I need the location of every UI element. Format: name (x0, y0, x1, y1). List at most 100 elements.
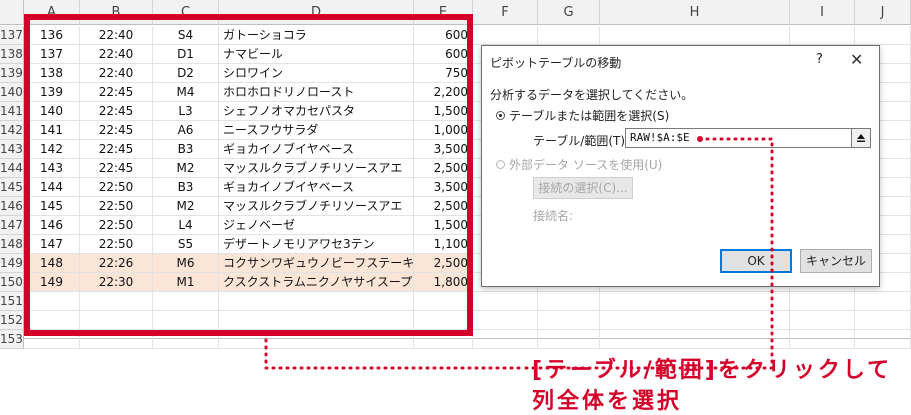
column-header-i[interactable]: I (790, 0, 855, 25)
cell-d[interactable]: ニースフウサラダ (219, 121, 414, 140)
cell-e[interactable]: 1,100 (414, 235, 473, 254)
cell-j[interactable] (855, 330, 911, 349)
cell-j[interactable] (855, 311, 911, 330)
column-header-d[interactable]: D (219, 0, 414, 25)
cell-i[interactable] (790, 26, 855, 45)
cell-b[interactable]: 22:40 (80, 64, 153, 83)
range-input[interactable]: RAW!$A:$E (625, 128, 852, 148)
cell-c[interactable]: S4 (153, 26, 219, 45)
cell-a[interactable]: 149 (24, 273, 80, 292)
cell-e[interactable]: 600 (414, 26, 473, 45)
cell-d[interactable]: ナマビール (219, 45, 414, 64)
row-header[interactable]: 149 (0, 254, 24, 273)
cancel-button[interactable]: キャンセル (800, 249, 872, 273)
cell-a[interactable]: 139 (24, 83, 80, 102)
cell-f[interactable] (473, 292, 538, 311)
row-header[interactable]: 137 (0, 26, 24, 45)
ok-button[interactable]: OK (720, 249, 792, 273)
row-header[interactable]: 139 (0, 64, 24, 83)
column-header-h[interactable]: H (600, 0, 790, 25)
cell-c[interactable]: B3 (153, 140, 219, 159)
cell-f[interactable] (473, 311, 538, 330)
column-header-g[interactable]: G (538, 0, 600, 25)
cell-e[interactable]: 1,500 (414, 102, 473, 121)
radio-table-range[interactable] (496, 111, 505, 120)
cell-a[interactable]: 146 (24, 216, 80, 235)
cell-a[interactable] (24, 292, 80, 311)
cell-c[interactable]: M2 (153, 159, 219, 178)
cell-e[interactable]: 600 (414, 45, 473, 64)
cell-a[interactable]: 137 (24, 45, 80, 64)
select-all-corner[interactable] (0, 0, 24, 25)
cell-a[interactable]: 136 (24, 26, 80, 45)
row-header[interactable]: 146 (0, 197, 24, 216)
cell-e[interactable]: 2,200 (414, 83, 473, 102)
cell-a[interactable]: 143 (24, 159, 80, 178)
column-header-f[interactable]: F (473, 0, 538, 25)
cell-d[interactable]: マッスルクラブノチリソースアエ (219, 197, 414, 216)
cell-h[interactable] (600, 311, 790, 330)
cell-g[interactable] (538, 292, 600, 311)
cell-b[interactable] (80, 311, 153, 330)
cell-d[interactable]: ギョカイノブイヤベース (219, 140, 414, 159)
help-icon[interactable]: ? (816, 52, 823, 67)
cell-a[interactable]: 140 (24, 102, 80, 121)
cell-b[interactable]: 22:26 (80, 254, 153, 273)
cell-c[interactable]: M4 (153, 83, 219, 102)
option-external-source-label[interactable]: 外部データ ソースを使用(U) (509, 156, 662, 173)
cell-b[interactable]: 22:50 (80, 178, 153, 197)
column-header-e[interactable]: E (414, 0, 473, 25)
cell-b[interactable]: 22:40 (80, 26, 153, 45)
cell-e[interactable]: 3,500 (414, 140, 473, 159)
cell-a[interactable] (24, 311, 80, 330)
cell-e[interactable] (414, 330, 473, 349)
cell-i[interactable] (790, 330, 855, 349)
cell-e[interactable]: 2,500 (414, 197, 473, 216)
cell-c[interactable]: D2 (153, 64, 219, 83)
cell-b[interactable]: 22:45 (80, 102, 153, 121)
cell-i[interactable] (790, 311, 855, 330)
cell-b[interactable]: 22:50 (80, 216, 153, 235)
cell-a[interactable]: 138 (24, 64, 80, 83)
cell-j[interactable] (855, 26, 911, 45)
cell-c[interactable] (153, 330, 219, 349)
column-header-j[interactable]: J (855, 0, 911, 25)
cell-d[interactable]: シェフノオマカセパスタ (219, 102, 414, 121)
cell-e[interactable]: 3,500 (414, 178, 473, 197)
cell-c[interactable]: M6 (153, 254, 219, 273)
cell-h[interactable] (600, 26, 790, 45)
row-header[interactable]: 145 (0, 178, 24, 197)
cell-a[interactable]: 144 (24, 178, 80, 197)
radio-external-source[interactable] (496, 160, 505, 169)
close-icon[interactable]: ✕ (850, 50, 863, 69)
option-table-range-label[interactable]: テーブルまたは範囲を選択(S) (509, 107, 669, 124)
cell-e[interactable]: 1,800 (414, 273, 473, 292)
cell-e[interactable]: 2,500 (414, 254, 473, 273)
column-header-c[interactable]: C (153, 0, 219, 25)
row-header[interactable]: 150 (0, 273, 24, 292)
cell-b[interactable]: 22:50 (80, 235, 153, 254)
row-header[interactable]: 144 (0, 159, 24, 178)
cell-g[interactable] (538, 311, 600, 330)
cell-c[interactable]: S5 (153, 235, 219, 254)
cell-b[interactable]: 22:50 (80, 197, 153, 216)
cell-a[interactable]: 141 (24, 121, 80, 140)
cell-e[interactable]: 1,000 (414, 121, 473, 140)
cell-e[interactable]: 2,500 (414, 159, 473, 178)
cell-h[interactable] (600, 292, 790, 311)
row-header[interactable]: 147 (0, 216, 24, 235)
cell-i[interactable] (790, 292, 855, 311)
cell-b[interactable]: 22:45 (80, 121, 153, 140)
cell-a[interactable]: 147 (24, 235, 80, 254)
cell-e[interactable]: 1,500 (414, 216, 473, 235)
cell-b[interactable]: 22:45 (80, 159, 153, 178)
cell-d[interactable]: コクサンワギュウノビーフステーキ (219, 254, 414, 273)
column-header-a[interactable]: A (24, 0, 80, 25)
row-header[interactable]: 153 (0, 330, 24, 349)
row-header[interactable]: 148 (0, 235, 24, 254)
cell-f[interactable] (473, 330, 538, 349)
cell-g[interactable] (538, 26, 600, 45)
cell-c[interactable] (153, 311, 219, 330)
cell-b[interactable]: 22:30 (80, 273, 153, 292)
cell-d[interactable]: デザートノモリアワセ3テン (219, 235, 414, 254)
